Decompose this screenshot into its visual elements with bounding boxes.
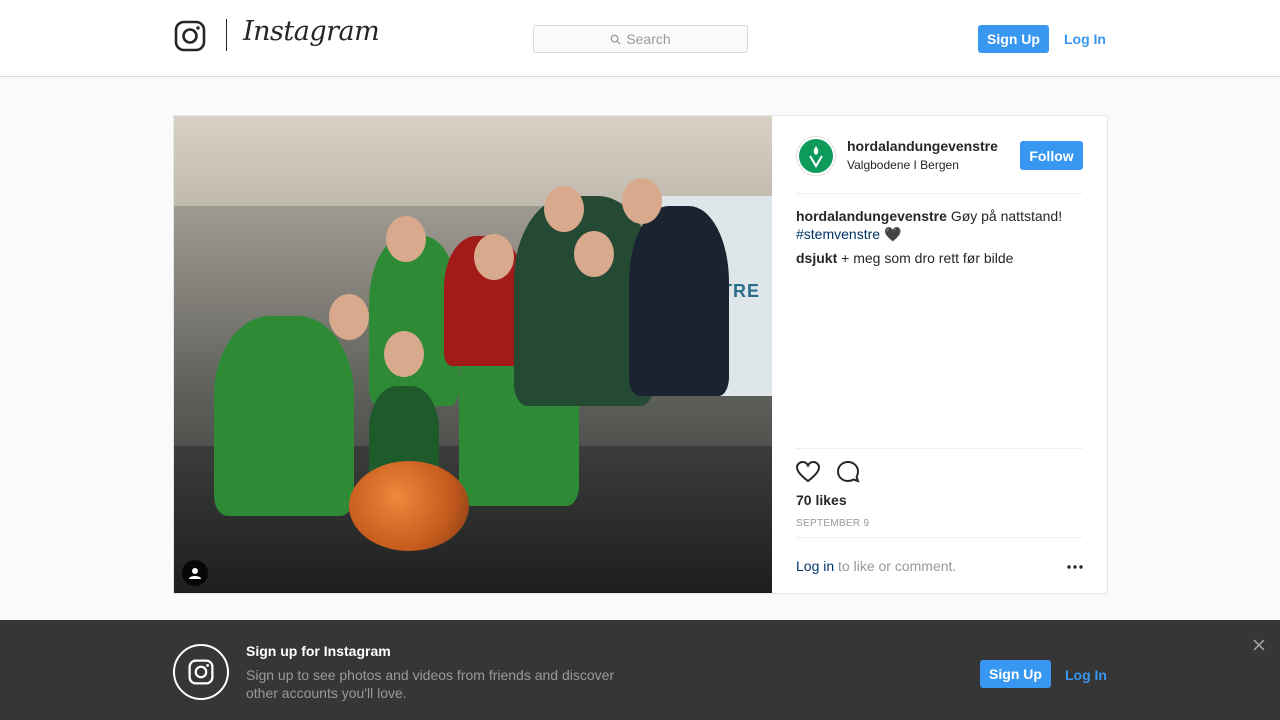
owner-username[interactable]: hordalandungevenstre (847, 138, 998, 154)
person-head (544, 186, 584, 232)
top-nav: Instagram Search Sign Up Log In (0, 0, 1280, 77)
person-shape (629, 206, 729, 396)
person-shape (214, 316, 354, 516)
banner-logo (173, 644, 229, 700)
post-sidebar: hordalandungevenstre Valgbodene I Bergen… (772, 116, 1107, 593)
header-login-link[interactable]: Log In (1064, 31, 1106, 47)
person-head (329, 294, 369, 340)
caption-hashtag[interactable]: #stemvenstre (796, 226, 880, 242)
more-icon[interactable] (1066, 561, 1084, 573)
like-count[interactable]: 70 likes (796, 492, 847, 508)
instagram-glyph-icon[interactable] (174, 20, 206, 52)
comment-icon[interactable] (835, 459, 861, 485)
instagram-wordmark[interactable]: Instagram (243, 16, 380, 47)
banner-login-link[interactable]: Log In (1065, 667, 1107, 683)
post-location[interactable]: Valgbodene I Bergen (847, 158, 959, 172)
comment-text: + meg som dro rett før bilde (841, 250, 1014, 266)
search-icon (610, 34, 621, 45)
user-tag-glyph (189, 568, 201, 579)
flower-bouquet (349, 461, 469, 551)
user-tag-icon[interactable] (182, 560, 208, 586)
header-signup-button[interactable]: Sign Up (978, 25, 1049, 53)
follow-button[interactable]: Follow (1020, 141, 1083, 170)
banner-signup-button[interactable]: Sign Up (980, 660, 1051, 688)
search-input[interactable]: Search (533, 25, 748, 53)
post-card: NSTRE (173, 115, 1108, 594)
login-link[interactable]: Log in (796, 558, 834, 574)
logo-divider (226, 19, 227, 51)
heart-emoji: 🖤 (883, 226, 902, 242)
search-placeholder: Search (626, 31, 671, 47)
avatar-badge (799, 139, 833, 173)
post-photo[interactable]: NSTRE (174, 116, 772, 593)
divider (796, 193, 1083, 194)
close-icon[interactable] (1252, 638, 1266, 652)
post-date[interactable]: SEPTEMBER 9 (796, 518, 869, 529)
person-head (574, 231, 614, 277)
login-prompt: Log in to like or comment. (796, 558, 956, 574)
caption-username[interactable]: hordalandungevenstre (796, 208, 947, 224)
signup-banner: Sign up for Instagram Sign up to see pho… (0, 620, 1280, 720)
caption-text: Gøy på nattstand! (950, 208, 1063, 224)
tent-roof (174, 116, 772, 206)
person-head (384, 331, 424, 377)
heart-icon[interactable] (795, 459, 821, 485)
divider (796, 448, 1083, 449)
login-suffix: to like or comment. (838, 558, 957, 574)
person-head (386, 216, 426, 262)
person-head (474, 234, 514, 280)
comment-username[interactable]: dsjukt (796, 250, 837, 266)
owner-avatar[interactable] (796, 136, 836, 176)
instagram-glyph-icon (188, 659, 214, 685)
torch-logo-icon (809, 146, 823, 168)
banner-text: Sign up to see photos and videos from fr… (246, 667, 615, 701)
person-head (622, 178, 662, 224)
banner-title: Sign up for Instagram (246, 643, 391, 659)
divider (796, 537, 1083, 538)
comment-item: dsjukt + meg som dro rett før bilde (796, 249, 1083, 267)
caption: hordalandungevenstre Gøy på nattstand! #… (796, 207, 1083, 243)
